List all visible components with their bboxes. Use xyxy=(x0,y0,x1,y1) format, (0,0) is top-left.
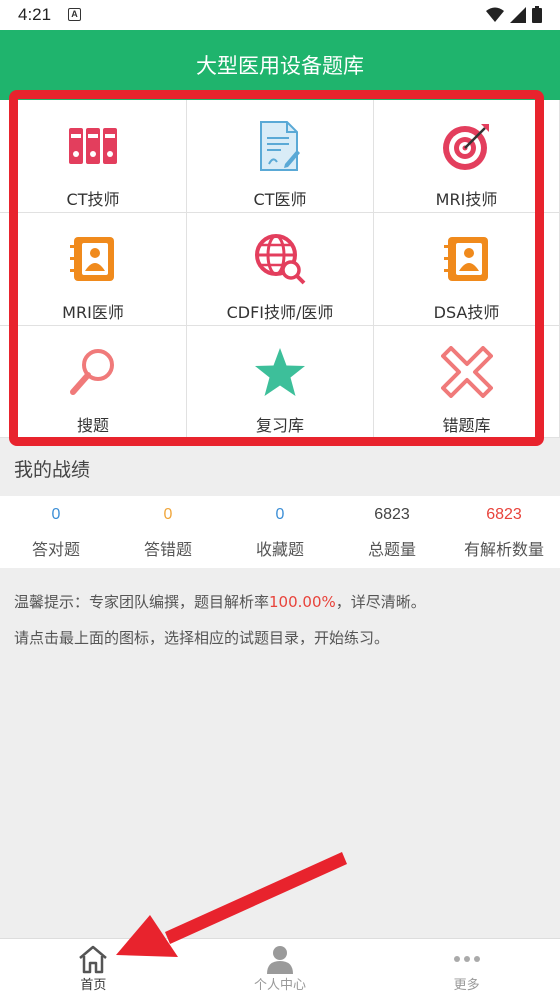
grid-item-label: 错题库 xyxy=(442,416,491,435)
signal-icon xyxy=(510,6,526,23)
stat-value: 0 xyxy=(51,506,61,523)
document-pen-icon xyxy=(252,118,308,174)
contact-book-icon xyxy=(65,231,121,287)
tab-more[interactable]: 更多 xyxy=(373,939,560,993)
stat-label: 答对题 xyxy=(31,540,80,559)
status-bar: 4:21 A xyxy=(0,0,560,30)
contact-book-icon xyxy=(439,231,495,287)
stat-value: 6823 xyxy=(486,506,522,523)
stat-label: 答错题 xyxy=(143,540,192,559)
tab-label: 首页 xyxy=(80,978,107,993)
stat-wrong[interactable]: 0 答错题 xyxy=(112,496,224,568)
app-header: 大型医用设备题库 xyxy=(0,30,560,100)
bottom-tab-bar: 首页 个人中心 更多 xyxy=(0,938,560,993)
tab-home[interactable]: 首页 xyxy=(0,939,187,993)
grid-item-cdfi[interactable]: CDFI技师/医师 xyxy=(187,213,374,326)
tab-label: 个人中心 xyxy=(254,978,307,993)
category-grid: CT技师 CT医师 MRI技师 MRI医师 CDFI技师/医师 DSA技师 搜题… xyxy=(0,100,560,438)
stats-panel: 0 答对题 0 答错题 0 收藏题 6823 总题量 6823 有解析数量 xyxy=(0,496,560,568)
cross-icon xyxy=(439,344,495,400)
stat-favorites[interactable]: 0 收藏题 xyxy=(224,496,336,568)
grid-item-label: DSA技师 xyxy=(433,303,500,322)
grid-item-label: MRI技师 xyxy=(435,190,498,209)
grid-item-wrong-questions[interactable]: 错题库 xyxy=(374,326,560,438)
stat-total[interactable]: 6823 总题量 xyxy=(336,496,448,568)
tab-profile[interactable]: 个人中心 xyxy=(187,939,374,993)
star-icon xyxy=(252,344,308,400)
wifi-icon xyxy=(486,7,504,22)
tips-text: 温馨提示：专家团队编撰，题目解析率100.00%，详尽清晰。 请点击最上面的图标… xyxy=(14,584,426,656)
person-icon xyxy=(265,943,295,974)
grid-item-mri-physician[interactable]: MRI医师 xyxy=(0,213,187,326)
tip-line-1: 温馨提示：专家团队编撰，题目解析率100.00%，详尽清晰。 xyxy=(14,584,426,620)
grid-item-label: CDFI技师/医师 xyxy=(226,303,334,322)
stat-correct[interactable]: 0 答对题 xyxy=(0,496,112,568)
binders-icon xyxy=(65,118,121,174)
stat-label: 有解析数量 xyxy=(463,540,544,559)
more-icon xyxy=(452,943,482,974)
grid-item-ct-technician[interactable]: CT技师 xyxy=(0,100,187,213)
target-icon xyxy=(439,118,495,174)
magnifier-icon xyxy=(65,344,121,400)
stat-value: 0 xyxy=(275,506,285,523)
stat-explained[interactable]: 6823 有解析数量 xyxy=(448,496,560,568)
grid-item-label: CT医师 xyxy=(253,190,307,209)
tip-line-2: 请点击最上面的图标，选择相应的试题目录，开始练习。 xyxy=(14,629,390,647)
grid-item-review[interactable]: 复习库 xyxy=(187,326,374,438)
grid-item-label: 搜题 xyxy=(76,416,109,435)
notification-icon: A xyxy=(68,8,81,21)
stat-label: 收藏题 xyxy=(255,540,304,559)
battery-icon xyxy=(532,6,542,23)
grid-item-label: 复习库 xyxy=(255,416,304,435)
home-icon xyxy=(77,943,109,974)
page-title: 大型医用设备题库 xyxy=(196,54,364,78)
stat-value: 6823 xyxy=(374,506,410,523)
grid-item-mri-technician[interactable]: MRI技师 xyxy=(374,100,560,213)
status-icons xyxy=(486,6,542,23)
status-time: 4:21 xyxy=(18,5,52,24)
grid-item-label: CT技师 xyxy=(66,190,120,209)
tip-suffix: ，详尽清晰。 xyxy=(335,593,426,611)
stats-title: 我的战绩 xyxy=(14,459,91,481)
stat-value: 0 xyxy=(163,506,173,523)
grid-item-label: MRI医师 xyxy=(62,303,124,322)
stat-label: 总题量 xyxy=(367,540,416,559)
tab-label: 更多 xyxy=(453,978,480,993)
tip-prefix: 温馨提示：专家团队编撰，题目解析率 xyxy=(14,593,270,611)
tip-percentage: 100.00% xyxy=(269,593,336,611)
grid-item-dsa-technician[interactable]: DSA技师 xyxy=(374,213,560,326)
grid-item-ct-physician[interactable]: CT医师 xyxy=(187,100,374,213)
grid-item-search[interactable]: 搜题 xyxy=(0,326,187,438)
globe-search-icon xyxy=(252,231,308,287)
